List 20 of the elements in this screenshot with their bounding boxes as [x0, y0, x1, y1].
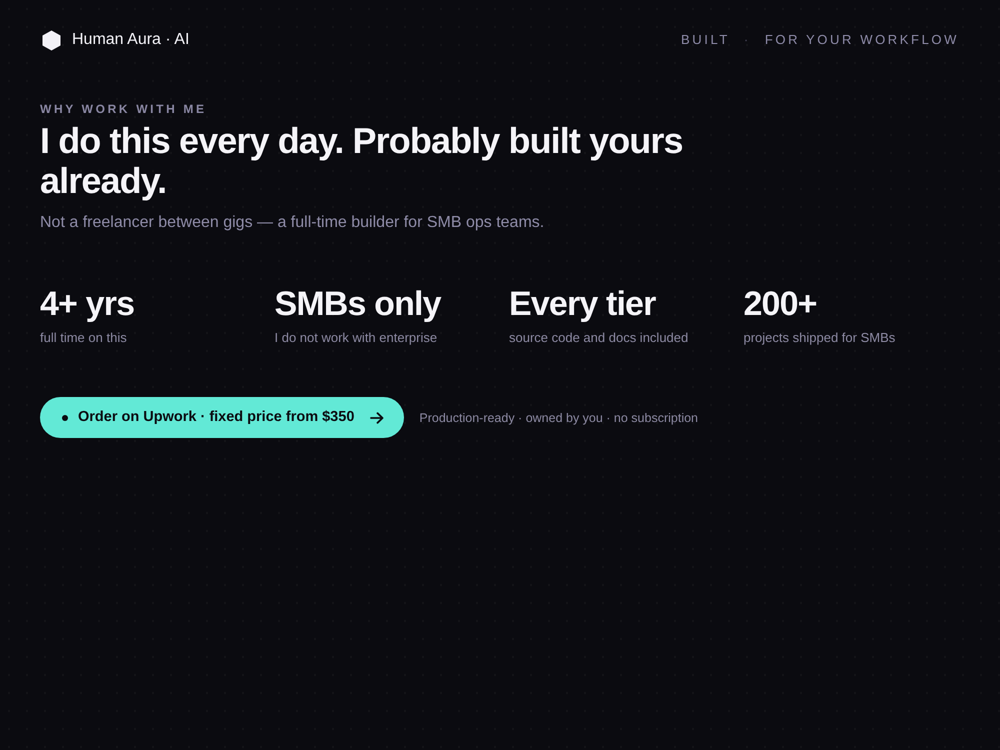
brand-name: Human Aura · AI — [72, 30, 190, 50]
cta-note: Production-ready · owned by you · no subscription — [419, 410, 698, 426]
stat-value: SMBs only — [274, 284, 441, 324]
section-heading: I do this every day. Probably built yours already. — [40, 121, 684, 201]
section-subheading: Not a freelancer between gigs — a full-time builder for SMB ops teams. — [40, 213, 546, 233]
stat-label: full time on this — [40, 330, 127, 346]
tagline-text: FOR YOUR WORKFLOW — [764, 32, 959, 48]
stat-value: Every tier — [509, 284, 656, 324]
dot-icon — [62, 414, 68, 420]
tagline-text: BUILT — [680, 32, 730, 48]
stat-value: 200+ — [744, 284, 817, 324]
separator-dot: · — [744, 32, 751, 48]
arrow-right-icon — [370, 412, 384, 424]
hexagon-logo-icon — [41, 30, 62, 50]
stat-label: projects shipped for SMBs — [744, 330, 896, 346]
stat-label: I do not work with enterprise — [274, 330, 438, 346]
order-button[interactable]: Order on Upwork · fixed price from $350 — [40, 397, 404, 438]
section-eyebrow: WHY WORK WITH ME — [40, 101, 208, 117]
stat-label: source code and docs included — [509, 330, 688, 346]
stat-value: 4+ yrs — [40, 284, 134, 324]
